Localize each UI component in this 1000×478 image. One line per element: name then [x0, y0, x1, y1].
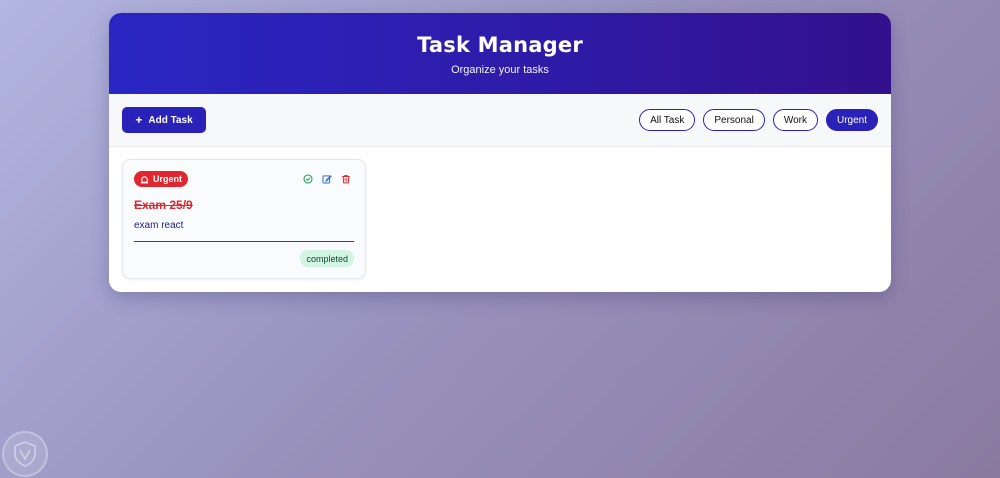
category-label: Urgent	[153, 174, 182, 184]
filter-group: All Task Personal Work Urgent	[639, 109, 878, 131]
check-circle-icon[interactable]	[303, 174, 313, 184]
app-header: Task Manager Organize your tasks	[109, 13, 891, 94]
watermark-logo	[2, 431, 48, 477]
plus-icon: +	[135, 113, 143, 127]
edit-icon[interactable]	[322, 174, 332, 184]
filter-personal[interactable]: Personal	[703, 109, 765, 131]
divider	[134, 241, 354, 242]
add-task-button[interactable]: + Add Task	[122, 107, 206, 133]
task-list: Urgent Exam 25/9 exam react completed	[109, 147, 891, 291]
page-title: Task Manager	[417, 33, 583, 57]
task-manager-app: Task Manager Organize your tasks + Add T…	[109, 13, 891, 292]
alarm-bell-icon	[140, 175, 149, 183]
toolbar: + Add Task All Task Personal Work Urgent	[109, 94, 891, 147]
task-description: exam react	[134, 220, 184, 231]
shield-icon	[14, 441, 36, 467]
add-task-label: Add Task	[148, 114, 193, 126]
trash-icon[interactable]	[341, 174, 351, 184]
category-badge: Urgent	[134, 171, 188, 187]
task-actions	[303, 174, 354, 184]
page-subtitle: Organize your tasks	[451, 64, 549, 76]
filter-work[interactable]: Work	[772, 109, 818, 131]
filter-urgent[interactable]: Urgent	[825, 109, 878, 131]
task-title: Exam 25/9	[134, 198, 193, 212]
status-badge: completed	[300, 250, 354, 267]
filter-all-task[interactable]: All Task	[639, 109, 696, 131]
task-card: Urgent Exam 25/9 exam react completed	[122, 159, 366, 279]
